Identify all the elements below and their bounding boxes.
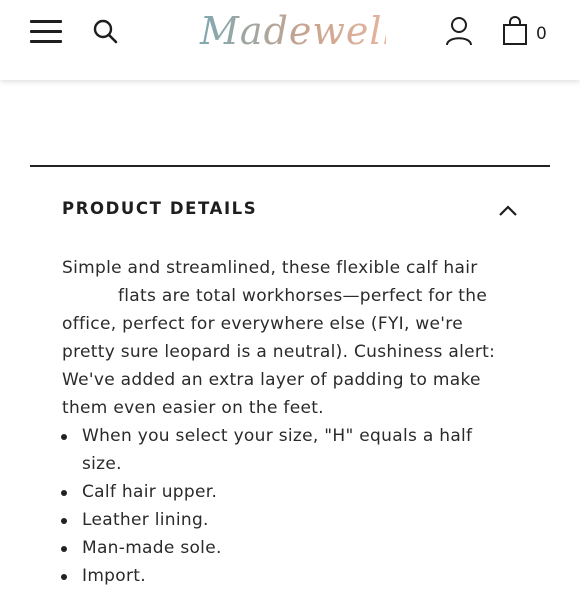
shopping-bag-icon[interactable] [502, 16, 528, 46]
list-item: Import. [61, 562, 502, 590]
description-text: Simple and streamlined, these flexible c… [62, 254, 502, 422]
chevron-up-icon[interactable] [498, 203, 518, 217]
logo-text: Madewell [199, 9, 386, 53]
product-description: Simple and streamlined, these flexible c… [61, 254, 502, 590]
section-divider [30, 165, 550, 167]
product-details-heading[interactable]: PRODUCT DETAILS [62, 199, 257, 218]
list-item: When you select your size, "H" equals a … [61, 422, 502, 478]
list-item: Man-made sole. [61, 534, 502, 562]
list-item: Calf hair upper. [61, 478, 502, 506]
site-header: Madewell 0 [0, 0, 580, 80]
search-icon[interactable] [92, 18, 118, 44]
description-rest: flats are total workhorses—perfect for t… [62, 286, 496, 418]
madewell-logo[interactable]: Madewell [196, 6, 386, 62]
list-item: Leather lining. [61, 506, 502, 534]
description-line-1: Simple and streamlined, these flexible c… [62, 258, 478, 278]
product-detail-bullets: When you select your size, "H" equals a … [61, 422, 502, 590]
cart-count[interactable]: 0 [536, 24, 547, 44]
hamburger-menu-icon[interactable] [30, 18, 62, 46]
account-icon[interactable] [444, 16, 474, 46]
